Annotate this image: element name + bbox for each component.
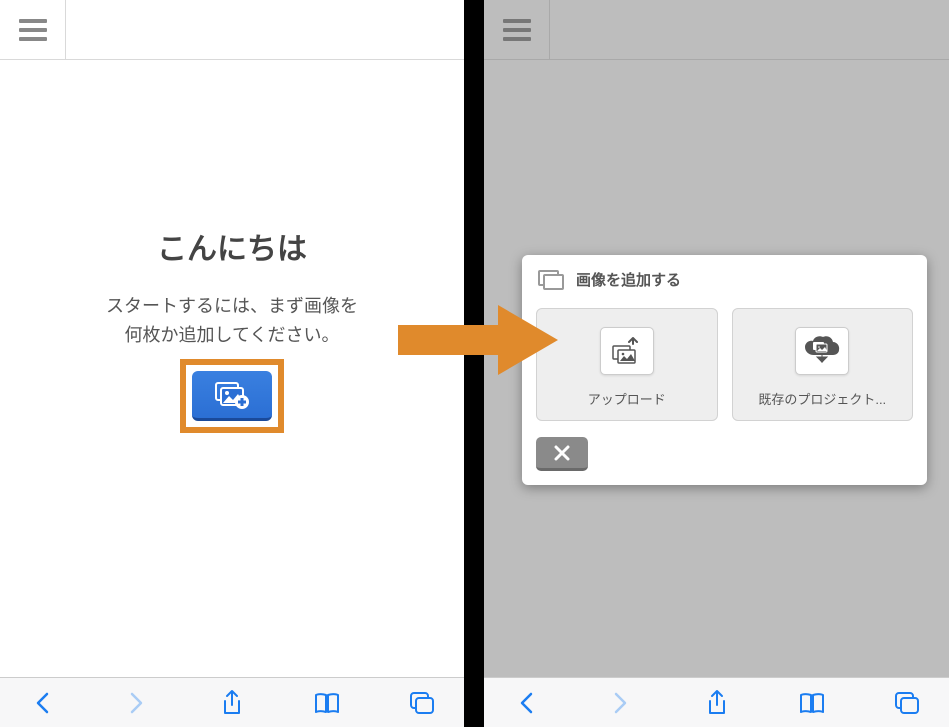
dialog-header: 画像を追加する <box>536 269 913 290</box>
share-icon <box>221 689 243 717</box>
chevron-left-icon <box>34 691 50 715</box>
instruction-text: スタートするには、まず画像を 何枚か追加してください。 <box>106 292 358 350</box>
dialog-close-button[interactable] <box>536 437 588 471</box>
existing-project-card[interactable]: 既存のプロジェクト... <box>732 308 914 421</box>
back-button-right[interactable] <box>508 685 544 721</box>
add-images-dialog: 画像を追加する アップロード <box>522 255 927 485</box>
transition-arrow <box>398 300 558 385</box>
chevron-right-icon <box>129 691 145 715</box>
topbar-left <box>0 0 464 60</box>
menu-button[interactable] <box>0 0 66 60</box>
images-icon <box>538 270 566 290</box>
hamburger-icon <box>503 19 531 41</box>
share-icon <box>706 689 728 717</box>
chevron-left-icon <box>518 691 534 715</box>
arrow-right-icon <box>398 300 558 380</box>
add-button-highlight <box>180 359 284 433</box>
tabs-icon <box>409 691 435 715</box>
existing-project-label: 既存のプロジェクト... <box>741 389 905 408</box>
bookmarks-button-right[interactable] <box>794 685 830 721</box>
tabs-icon <box>894 691 920 715</box>
forward-button-right <box>603 685 639 721</box>
action-grid: アップロード <box>536 308 913 421</box>
tabs-button[interactable] <box>404 685 440 721</box>
welcome-area: こんにちは スタートするには、まず画像を 何枚か追加してください。 <box>0 60 464 677</box>
cloud-download-icon <box>802 335 842 367</box>
bookmarks-button[interactable] <box>309 685 345 721</box>
dialog-title: 画像を追加する <box>576 269 681 290</box>
forward-button <box>119 685 155 721</box>
images-plus-icon <box>214 381 250 409</box>
browser-bar-right <box>484 677 949 727</box>
greeting-heading: こんにちは <box>157 224 307 268</box>
hamburger-icon <box>19 19 47 41</box>
menu-button-right[interactable] <box>484 0 550 60</box>
upload-card[interactable]: アップロード <box>536 308 718 421</box>
close-icon <box>554 445 570 461</box>
cloud-icon-box <box>795 327 849 375</box>
topbar-right <box>484 0 949 60</box>
add-images-button[interactable] <box>192 371 272 421</box>
upload-icon <box>610 336 644 366</box>
back-button[interactable] <box>24 685 60 721</box>
share-button-right[interactable] <box>699 685 735 721</box>
share-button[interactable] <box>214 685 250 721</box>
book-icon <box>799 692 825 714</box>
upload-icon-box <box>600 327 654 375</box>
book-icon <box>314 692 340 714</box>
upload-label: アップロード <box>545 389 709 408</box>
tabs-button-right[interactable] <box>889 685 925 721</box>
chevron-right-icon <box>613 691 629 715</box>
browser-bar-left <box>0 677 464 727</box>
